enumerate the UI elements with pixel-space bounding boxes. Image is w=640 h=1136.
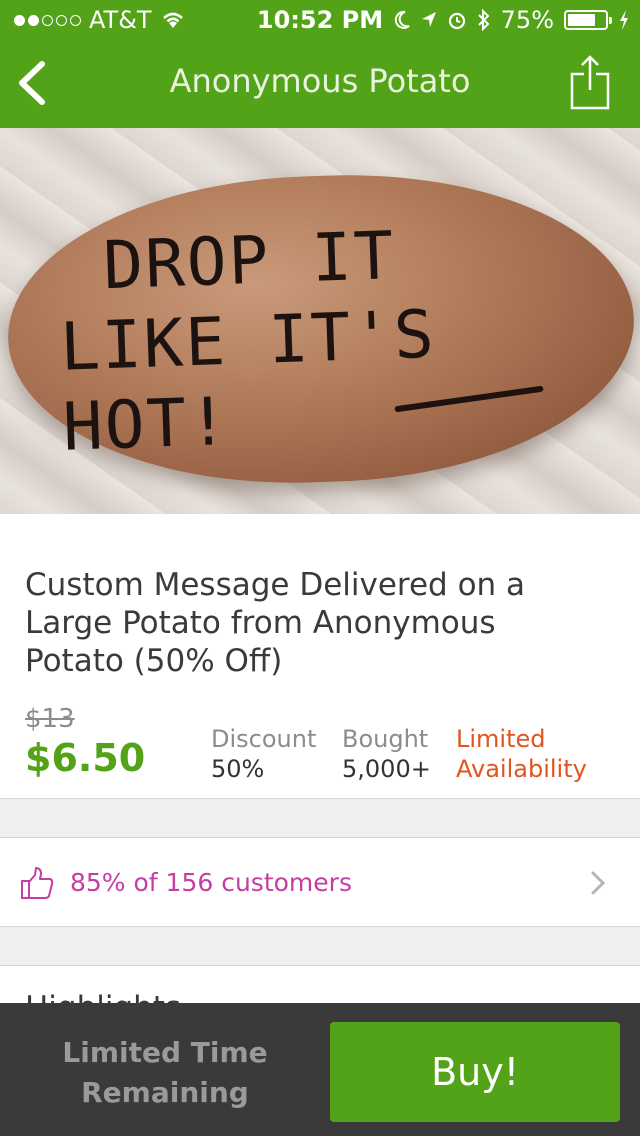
bluetooth-icon (477, 9, 490, 31)
bought-value: 5,000+ (342, 755, 431, 783)
deal-details: Custom Message Delivered on a Large Pota… (0, 514, 640, 798)
limited-time-line2: Remaining (81, 1076, 249, 1109)
availability-label: Availability (456, 755, 587, 783)
original-price: $13 (25, 704, 75, 734)
discount-value: 50% (211, 755, 265, 783)
bottom-action-bar: Limited Time Remaining Buy! (0, 1003, 640, 1136)
page-title: Anonymous Potato (169, 62, 471, 100)
limited-label: Limited (456, 725, 546, 753)
battery-fill (568, 14, 595, 26)
chevron-right-icon (591, 871, 606, 895)
buy-button[interactable]: Buy! (330, 1022, 620, 1122)
potato-message-line2: LIKE IT'S HOT! (58, 295, 437, 466)
discount-label: Discount (211, 725, 317, 753)
status-right: 75% (393, 6, 630, 34)
top-bar: AT&T 10:52 PM 75% Anonymous Potato (0, 0, 640, 128)
alarm-icon (448, 12, 465, 30)
potato-message: DROP IT LIKE IT'S HOT! (56, 208, 624, 467)
section-divider (0, 798, 640, 838)
nav-bar: Anonymous Potato (0, 40, 640, 128)
status-bar: AT&T 10:52 PM 75% (0, 0, 640, 40)
chevron-left-icon[interactable] (14, 60, 50, 106)
section-divider (0, 926, 640, 966)
battery-icon (564, 10, 612, 30)
limited-time-notice: Limited Time Remaining (40, 1033, 290, 1113)
limited-time-line1: Limited Time (62, 1036, 268, 1069)
deal-title: Custom Message Delivered on a Large Pota… (25, 567, 526, 679)
battery-percent: 75% (500, 6, 554, 34)
customer-rating-row[interactable]: 85% of 156 customers (0, 838, 640, 926)
highlights-section: Highlights (0, 966, 640, 1006)
charging-icon (620, 10, 628, 30)
moon-icon (394, 10, 410, 29)
bought-label: Bought (342, 725, 429, 753)
thumbs-up-icon (21, 867, 54, 899)
rating-text: 85% of 156 customers (70, 868, 352, 897)
limited-availability-badge: Limited Availability (456, 724, 587, 784)
location-icon (421, 12, 436, 27)
discount-stat: Discount 50% (211, 724, 316, 784)
share-icon[interactable] (570, 54, 610, 110)
deal-price: $6.50 (25, 736, 146, 780)
bought-stat: Bought 5,000+ (342, 724, 431, 784)
deal-image[interactable]: DROP IT LIKE IT'S HOT! (0, 128, 640, 514)
